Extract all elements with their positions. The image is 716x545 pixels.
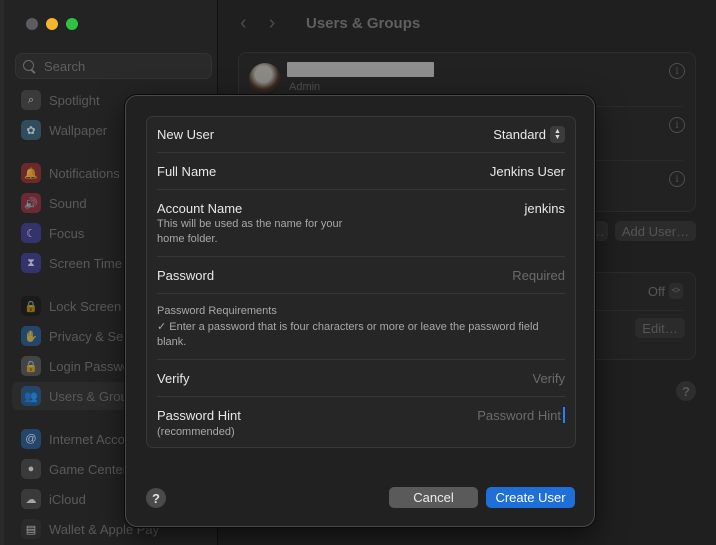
verify-label: Verify	[157, 371, 190, 386]
speaker-icon: 🔊	[21, 193, 41, 213]
divider	[157, 189, 565, 190]
moon-icon: ☾	[21, 223, 41, 243]
up-down-chevron-icon: ▲ ▼	[550, 126, 565, 143]
divider	[157, 256, 565, 257]
wallet-icon: ▤	[21, 519, 41, 539]
system-settings-window: ⌕ Spotlight ✿ Wallpaper 🔔 Notifications 🔊 Sound…	[0, 0, 716, 545]
account-type-value: Standard	[493, 127, 546, 142]
account-name-description: This will be used as the name for your h…	[157, 218, 343, 245]
redacted-user-name	[287, 62, 434, 77]
form-row-verify: Verify	[157, 371, 565, 391]
account-type-select[interactable]: Standard ▲ ▼	[493, 126, 565, 143]
add-user-button[interactable]: Add User…	[615, 221, 696, 241]
sidebar-item-label: Focus	[49, 225, 85, 241]
minimize-window-button[interactable]	[46, 18, 58, 30]
bell-icon: 🔔	[21, 163, 41, 183]
maximize-window-button[interactable]	[66, 18, 78, 30]
page-title: Users & Groups	[306, 15, 421, 32]
new-user-label: New User	[157, 127, 215, 142]
lock-icon: 🔒	[21, 296, 41, 316]
game-center-icon: ●	[21, 459, 41, 479]
help-button[interactable]: ?	[676, 381, 696, 401]
form-row-account-name: Account Name This will be used as the na…	[157, 201, 565, 251]
back-arrow-icon[interactable]: ‹	[240, 12, 247, 35]
form-row-full-name: Full Name	[157, 164, 565, 184]
avatar	[249, 63, 281, 95]
account-name-field[interactable]	[365, 201, 565, 216]
new-user-sheet: New User Standard ▲▼ Full Name Account N…	[125, 95, 595, 527]
sidebar-item-label: Screen Time	[49, 255, 122, 271]
lock-icon: 🔒	[21, 356, 41, 376]
help-button[interactable]: ?	[146, 488, 166, 508]
divider	[157, 293, 565, 294]
full-name-label: Full Name	[157, 164, 217, 179]
password-label: Password	[157, 268, 215, 283]
form-row-password-hint: Password Hint (recommended)	[157, 407, 565, 444]
magnifier-icon: ⌕	[21, 90, 41, 110]
info-icon[interactable]: i	[669, 63, 685, 79]
users-icon: 👥	[21, 386, 41, 406]
info-icon[interactable]: i	[669, 171, 685, 187]
password-hint-label: Password Hint	[157, 408, 241, 423]
sidebar-item-label: iCloud	[49, 491, 86, 507]
sidebar-item-label: Lock Screen	[49, 298, 122, 314]
edit-button[interactable]: Edit…	[635, 318, 685, 338]
password-requirements: Password Requirements ✓ Enter a password…	[157, 304, 565, 354]
divider	[157, 359, 565, 360]
sidebar-item-label: Notifications	[49, 165, 120, 181]
window-controls	[26, 18, 78, 30]
auto-login-value: Off	[647, 283, 665, 299]
divider	[157, 152, 565, 153]
user-role: Admin	[289, 81, 321, 93]
password-hint-field[interactable]	[361, 408, 561, 423]
new-user-form: New User Standard ▲▼ Full Name Account N…	[146, 116, 576, 448]
hourglass-icon: ⧗	[21, 253, 41, 273]
search-icon	[23, 59, 36, 73]
divider	[157, 396, 565, 397]
close-window-button[interactable]	[26, 18, 38, 30]
form-row-password: Password	[157, 268, 565, 288]
password-requirements-text: ✓ Enter a password that is four characte…	[157, 321, 539, 348]
verify-field[interactable]	[365, 371, 565, 386]
password-requirements-title: Password Requirements	[157, 305, 277, 317]
at-icon: @	[21, 429, 41, 449]
sidebar-search[interactable]	[15, 53, 212, 79]
search-input[interactable]	[44, 58, 194, 74]
account-name-label: Account Name	[157, 201, 243, 216]
create-user-button[interactable]: Create User	[486, 487, 575, 508]
cloud-icon: ☁	[21, 489, 41, 509]
flower-icon: ✿	[21, 120, 41, 140]
password-field[interactable]	[365, 268, 565, 283]
cancel-button[interactable]: Cancel	[389, 487, 478, 508]
text-cursor	[563, 407, 565, 423]
navigation-arrows: ‹ ›	[240, 12, 275, 35]
sidebar-item-label: Wallpaper	[49, 122, 108, 138]
password-hint-recommended: (recommended)	[157, 426, 235, 438]
forward-arrow-icon[interactable]: ›	[269, 12, 276, 35]
full-name-field[interactable]	[365, 164, 565, 179]
form-row-new-user: New User Standard ▲ ▼	[157, 126, 565, 147]
sidebar-item-label: Spotlight	[49, 92, 100, 108]
hand-icon: ✋	[21, 326, 41, 346]
sidebar-item-label: Game Center	[49, 461, 128, 477]
info-icon[interactable]: i	[669, 117, 685, 133]
auto-login-select[interactable]: Off ︿ ﹀	[648, 283, 683, 299]
up-down-chevron-icon: ︿ ﹀	[669, 283, 683, 299]
sidebar-item-label: Sound	[49, 195, 87, 211]
